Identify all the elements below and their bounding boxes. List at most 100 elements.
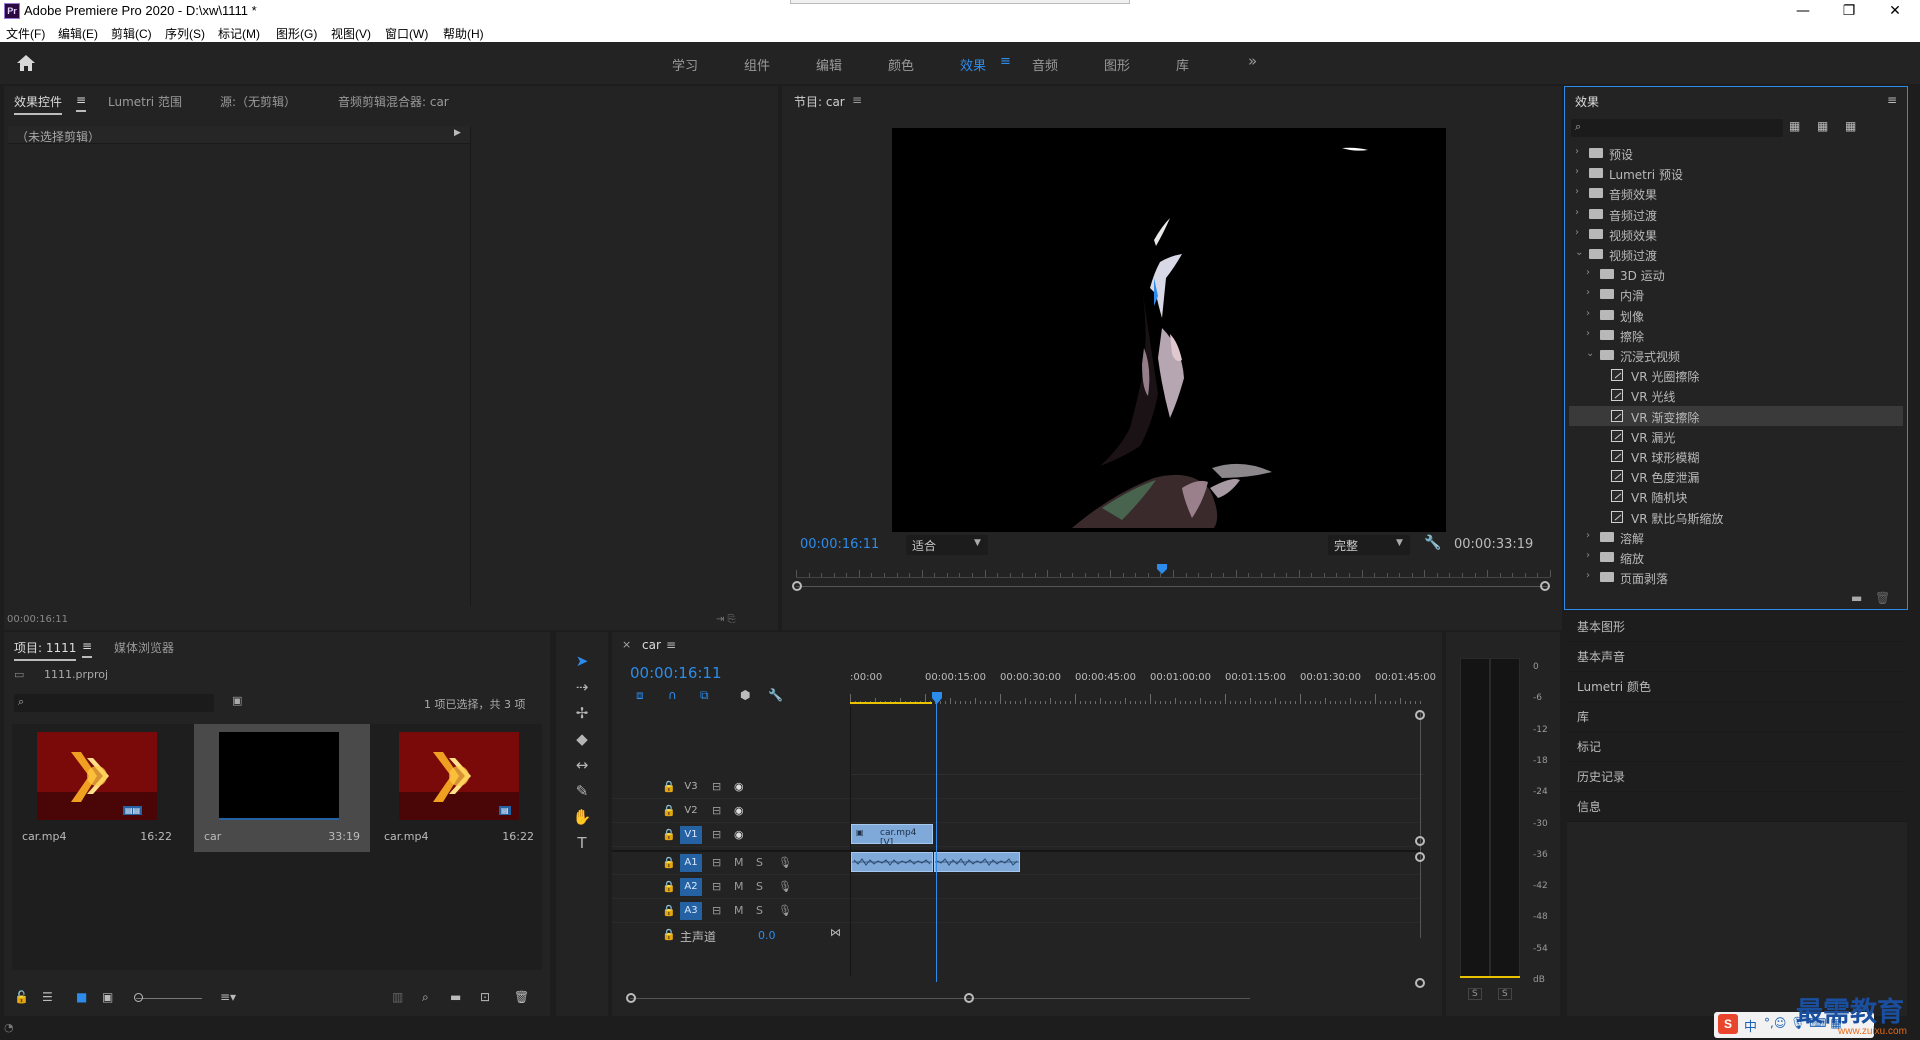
effects-folder[interactable]: ⌄ 视频过渡: [1569, 244, 1903, 264]
clear-trash-icon[interactable]: 🗑: [514, 990, 529, 1004]
chevron-down-icon[interactable]: ⌄: [1575, 247, 1583, 258]
panel-history[interactable]: 历史记录: [1567, 762, 1907, 792]
timeline-playhead-handle[interactable]: [932, 692, 942, 704]
hand-tool-icon[interactable]: ✋: [568, 806, 596, 828]
slip-tool-icon[interactable]: ↔: [568, 754, 596, 776]
voice-over-mic-icon[interactable]: 🎙: [778, 880, 792, 893]
track-a3[interactable]: A3: [680, 902, 702, 920]
solo-button[interactable]: S: [756, 904, 763, 917]
play-only-arrow-icon[interactable]: ▶: [454, 128, 461, 138]
effects-folder[interactable]: › 页面剥落: [1569, 567, 1903, 587]
project-search-input[interactable]: ⌕: [14, 694, 214, 712]
panel-info[interactable]: 信息: [1567, 792, 1907, 822]
linked-selection-icon[interactable]: ⧉: [700, 688, 709, 703]
video-zoom-handle-top[interactable]: [1415, 710, 1425, 720]
effects-folder[interactable]: › 溶解: [1569, 527, 1903, 547]
track-a2[interactable]: A2: [680, 878, 702, 896]
project-menu-icon[interactable]: ≡: [82, 639, 93, 658]
audio-zoom-handle-top[interactable]: [1415, 852, 1425, 862]
timeline-settings-wrench-icon[interactable]: 🔧: [768, 688, 783, 702]
wrench-icon[interactable]: 🔧: [1424, 535, 1441, 551]
find-bin-icon[interactable]: ▣: [232, 694, 242, 707]
effects-folder[interactable]: › 视频效果: [1569, 224, 1903, 244]
sync-lock-icon[interactable]: ⊟: [712, 904, 721, 917]
track-select-tool-icon[interactable]: ⇢: [568, 676, 596, 698]
sort-icon[interactable]: ≡▾: [220, 990, 236, 1004]
horizontal-zoom-bar[interactable]: [630, 998, 1250, 999]
video-clip[interactable]: ▣ car.mp4 [V]: [851, 824, 933, 848]
effect-item[interactable]: VR 渐变擦除: [1569, 405, 1903, 426]
selection-tool-icon[interactable]: ➤: [568, 650, 596, 672]
effects-panel-title[interactable]: 效果: [1575, 93, 1599, 110]
lock-icon[interactable]: 🔒: [662, 804, 676, 817]
track-a1[interactable]: A1: [680, 854, 702, 872]
new-bin-icon[interactable]: ▬: [450, 990, 461, 1004]
sync-lock-icon[interactable]: ⊟: [712, 880, 721, 893]
export-icon[interactable]: ⇥ ⎘: [716, 614, 736, 625]
chevron-right-icon[interactable]: ›: [1575, 146, 1579, 157]
zoom-slider[interactable]: [136, 998, 202, 999]
effects-folder[interactable]: › Lumetri 预设: [1569, 163, 1903, 183]
effect-controls-menu-icon[interactable]: ≡: [76, 93, 87, 112]
tab-lumetri-scopes[interactable]: Lumetri 范围: [108, 93, 182, 110]
panel-essential-graphics[interactable]: 基本图形: [1567, 612, 1907, 642]
effects-folder[interactable]: › 3D 运动: [1569, 264, 1903, 284]
program-current-timecode[interactable]: 00:00:16:11: [800, 537, 879, 552]
accelerated-effects-icon[interactable]: ▦: [1789, 119, 1800, 133]
chevron-right-icon[interactable]: ›: [1575, 207, 1579, 218]
chevron-right-icon[interactable]: ›: [1586, 328, 1590, 339]
lock-icon[interactable]: 🔒: [662, 828, 676, 841]
icon-view-icon[interactable]: ■: [76, 990, 87, 1004]
new-bin-folder-icon[interactable]: ▬: [1851, 591, 1862, 605]
panel-markers[interactable]: 标记: [1567, 732, 1907, 762]
effects-panel-menu-icon[interactable]: ≡: [1887, 93, 1897, 107]
effects-folder[interactable]: › 擦除: [1569, 325, 1903, 345]
chevron-right-icon[interactable]: ›: [1586, 308, 1590, 319]
32bit-effects-icon[interactable]: ▦: [1817, 119, 1828, 133]
workspace-tab-assembly[interactable]: 组件: [744, 55, 770, 74]
solo-left-button[interactable]: S: [1468, 988, 1482, 1000]
lock-icon[interactable]: 🔒: [662, 880, 676, 893]
zoom-select[interactable]: 适合 ▼: [906, 535, 988, 555]
scrollbar-right-handle[interactable]: [1540, 581, 1550, 591]
vertical-zoom-bar[interactable]: [1420, 710, 1421, 938]
master-bowtie-icon[interactable]: ⋈: [830, 926, 841, 939]
horizontal-zoom-left-handle[interactable]: [626, 993, 636, 1003]
chevron-right-icon[interactable]: ›: [1586, 267, 1590, 278]
eye-icon[interactable]: ◉: [734, 804, 744, 817]
add-marker-icon[interactable]: ⬢: [740, 688, 750, 702]
workspace-tab-audio[interactable]: 音频: [1032, 55, 1058, 74]
effect-item[interactable]: VR 色度泄漏: [1569, 466, 1903, 486]
program-video-frame[interactable]: [892, 128, 1446, 532]
chevron-right-icon[interactable]: ›: [1575, 166, 1579, 177]
audio-clip-1[interactable]: [851, 852, 933, 872]
effects-search-input[interactable]: ⌕: [1571, 119, 1783, 137]
lock-icon[interactable]: 🔒: [662, 928, 676, 941]
menu-help[interactable]: 帮助(H): [443, 25, 484, 42]
menu-clip[interactable]: 剪辑(C): [111, 25, 152, 42]
effect-item[interactable]: VR 默比乌斯缩放: [1569, 507, 1903, 527]
menu-sequence[interactable]: 序列(S): [165, 25, 205, 42]
program-playhead[interactable]: [1156, 564, 1167, 574]
project-item-car-mp4[interactable]: ▤▤ car.mp4 16:22: [12, 724, 182, 852]
track-v2[interactable]: V2: [680, 802, 702, 820]
program-zoom-scrollbar[interactable]: [796, 586, 1550, 587]
ripple-edit-tool-icon[interactable]: ✢: [568, 702, 596, 724]
tab-audio-clip-mixer[interactable]: 音频剪辑混合器: car: [338, 93, 449, 110]
chevron-right-icon[interactable]: ›: [1575, 186, 1579, 197]
work-area-bar[interactable]: [850, 702, 932, 704]
menu-file[interactable]: 文件(F): [6, 25, 45, 42]
workspace-overflow-button[interactable]: »: [1248, 52, 1257, 70]
delete-trash-icon[interactable]: 🗑: [1875, 591, 1890, 605]
list-view-icon[interactable]: ☰: [42, 990, 53, 1004]
effects-folder[interactable]: › 内滑: [1569, 284, 1903, 304]
menu-graphics[interactable]: 图形(G): [276, 25, 317, 42]
effect-item[interactable]: VR 随机块: [1569, 486, 1903, 506]
zoom-slider-handle[interactable]: [134, 993, 143, 1002]
timeline-playhead-line[interactable]: [936, 702, 937, 982]
chevron-right-icon[interactable]: ›: [1586, 287, 1590, 298]
sync-lock-icon[interactable]: ⊟: [712, 804, 721, 817]
audio-clip-2[interactable]: [934, 852, 1020, 872]
pen-tool-icon[interactable]: ✎: [568, 780, 596, 802]
freeform-view-icon[interactable]: ▣: [102, 990, 113, 1004]
